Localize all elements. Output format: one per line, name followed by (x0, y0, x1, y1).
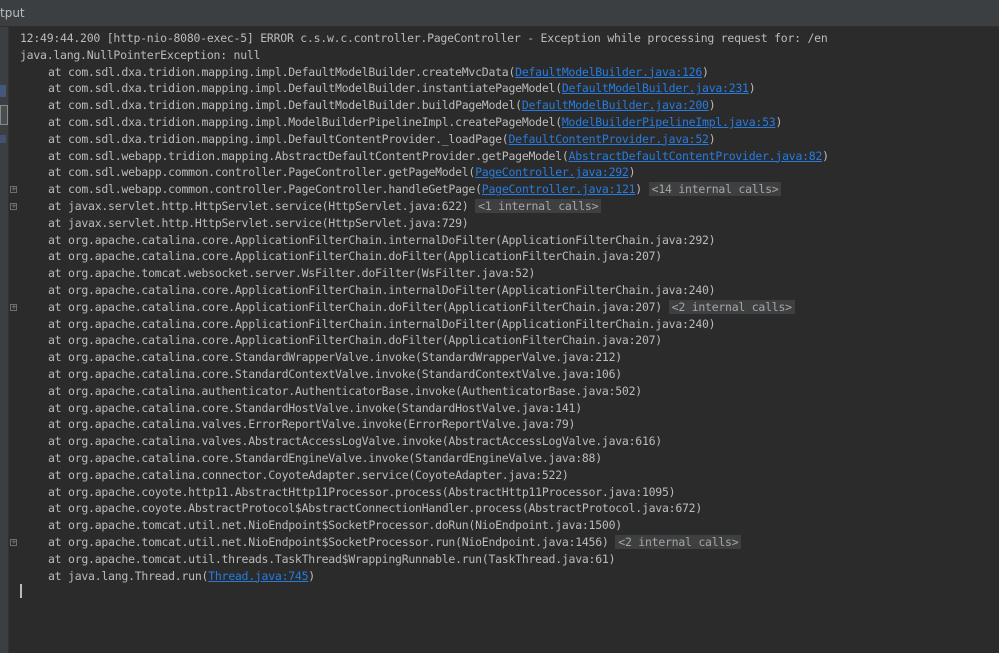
frame-text: at org.apache.tomcat.websocket.server.Ws… (48, 266, 536, 281)
internal-calls-badge[interactable]: <1 internal calls> (475, 198, 602, 213)
frame-text: at org.apache.coyote.AbstractProtocol$Ab… (48, 501, 703, 516)
source-link[interactable]: AbstractDefaultContentProvider.java:82 (569, 149, 823, 163)
tool-window-title: tput (0, 6, 25, 20)
frame-text: at org.apache.catalina.core.ApplicationF… (48, 249, 662, 264)
tool-window-header: tput (0, 0, 999, 27)
frame-text: at org.apache.tomcat.util.net.NioEndpoin… (48, 534, 609, 549)
source-link[interactable]: Thread.java:745 (208, 569, 308, 583)
frame-text: at com.sdl.webapp.common.controller.Page… (48, 165, 476, 180)
stack-frame-line: at com.sdl.dxa.tridion.mapping.impl.Defa… (20, 64, 999, 81)
plus-box-icon[interactable]: + (10, 539, 17, 546)
stack-frame-line: at org.apache.catalina.connector.CoyoteA… (20, 467, 999, 484)
frame-text: at com.sdl.webapp.common.controller.Page… (48, 182, 482, 197)
frame-suffix: ) (635, 182, 642, 197)
gutter-marker (0, 85, 6, 97)
frame-text: at com.sdl.dxa.tridion.mapping.impl.Defa… (48, 81, 562, 96)
stack-frame-line: at org.apache.tomcat.util.net.NioEndpoin… (20, 517, 999, 534)
frame-text: at com.sdl.dxa.tridion.mapping.impl.Defa… (48, 131, 509, 146)
frame-text: at org.apache.catalina.core.ApplicationF… (48, 299, 662, 314)
frame-text: at org.apache.catalina.core.ApplicationF… (48, 333, 662, 348)
frame-suffix: ) (775, 114, 783, 129)
stack-frame-line: at org.apache.catalina.core.StandardHost… (20, 400, 999, 417)
stack-frame-line: at org.apache.tomcat.util.threads.TaskTh… (20, 551, 999, 568)
plus-box-icon[interactable]: + (10, 203, 17, 210)
frame-text: at com.sdl.dxa.tridion.mapping.impl.Mode… (48, 114, 562, 129)
source-link[interactable]: DefaultModelBuilder.java:231 (562, 81, 749, 95)
frame-suffix: ) (308, 568, 315, 583)
stack-frame-line: at org.apache.tomcat.websocket.server.Ws… (20, 265, 999, 282)
source-link[interactable]: DefaultContentProvider.java:52 (508, 132, 708, 146)
frame-text: at org.apache.catalina.core.ApplicationF… (48, 316, 716, 331)
stack-frame-line: at org.apache.catalina.authenticator.Aut… (20, 383, 999, 400)
stack-frame-line: at com.sdl.webapp.common.controller.Page… (20, 181, 999, 198)
frame-text: at org.apache.catalina.connector.CoyoteA… (48, 467, 569, 482)
source-link[interactable]: ModelBuilderPipelineImpl.java:53 (562, 115, 776, 129)
stack-frame-line: at com.sdl.dxa.tridion.mapping.impl.Defa… (20, 131, 999, 148)
stack-frame-line: at java.lang.Thread.run(Thread.java:745) (20, 568, 999, 585)
frame-text: at org.apache.catalina.core.StandardWrap… (48, 350, 622, 365)
source-link[interactable]: PageController.java:292 (475, 165, 629, 179)
frame-text: at org.apache.catalina.authenticator.Aut… (48, 383, 642, 398)
frame-text: at javax.servlet.http.HttpServlet.servic… (48, 198, 469, 213)
frame-suffix: ) (708, 98, 716, 113)
internal-calls-badge[interactable]: <14 internal calls> (648, 182, 782, 197)
plus-box-icon[interactable]: + (10, 186, 17, 194)
source-link[interactable]: DefaultModelBuilder.java:126 (515, 65, 702, 79)
stack-frame-line: at org.apache.catalina.core.StandardCont… (20, 366, 999, 383)
console-exception-line: java.lang.NullPointerException: null (20, 47, 261, 62)
frame-text: at java.lang.Thread.run( (48, 568, 209, 583)
stack-frame-line: at javax.servlet.http.HttpServlet.servic… (20, 198, 999, 215)
frame-text: at org.apache.catalina.valves.ErrorRepor… (48, 417, 576, 432)
frame-text: at org.apache.coyote.http11.AbstractHttp… (48, 484, 676, 499)
frame-suffix: ) (748, 81, 756, 96)
internal-calls-badge[interactable]: <2 internal calls> (668, 299, 795, 314)
gutter-marker (0, 135, 6, 143)
stack-frame-line: at org.apache.catalina.core.StandardWrap… (20, 349, 999, 366)
frame-suffix: ) (708, 131, 716, 146)
internal-calls-badge[interactable]: <2 internal calls> (615, 534, 742, 549)
source-link[interactable]: DefaultModelBuilder.java:200 (522, 98, 709, 112)
frame-text: at org.apache.catalina.core.StandardHost… (48, 400, 582, 415)
frame-text: at com.sdl.dxa.tridion.mapping.impl.Defa… (48, 64, 516, 79)
frame-text: at org.apache.catalina.core.ApplicationF… (48, 282, 716, 297)
stack-frame-line: at javax.servlet.http.HttpServlet.servic… (20, 215, 999, 232)
stack-frame-line: at org.apache.coyote.AbstractProtocol$Ab… (20, 500, 999, 517)
stack-frame-line: at org.apache.tomcat.util.net.NioEndpoin… (20, 534, 999, 551)
frame-text: at org.apache.tomcat.util.threads.TaskTh… (48, 551, 616, 566)
console-header-line: 12:49:44.200 [http-nio-8080-exec-5] ERRO… (20, 31, 828, 45)
stack-frame-line: at org.apache.coyote.http11.AbstractHttp… (20, 484, 999, 501)
gutter-toggle-button[interactable] (0, 105, 8, 125)
stack-frame-line: at org.apache.catalina.core.ApplicationF… (20, 299, 999, 316)
frame-text: at javax.servlet.http.HttpServlet.servic… (48, 215, 469, 230)
frame-text: at org.apache.tomcat.util.net.NioEndpoin… (48, 518, 622, 533)
frame-text: at com.sdl.dxa.tridion.mapping.impl.Defa… (48, 98, 522, 113)
text-cursor (20, 584, 22, 598)
left-gutter (0, 27, 9, 653)
stack-frame-line: at com.sdl.dxa.tridion.mapping.impl.Defa… (20, 80, 999, 97)
frame-text: at com.sdl.webapp.tridion.mapping.Abstra… (48, 148, 569, 163)
frame-text: at org.apache.catalina.core.StandardCont… (48, 366, 622, 381)
stack-frame-line: at org.apache.catalina.core.StandardEngi… (20, 450, 999, 467)
frame-suffix: ) (702, 64, 709, 79)
source-link[interactable]: PageController.java:121 (482, 182, 636, 196)
frame-text: at org.apache.catalina.core.StandardEngi… (48, 450, 602, 465)
stack-frame-line: at org.apache.catalina.core.ApplicationF… (20, 332, 999, 349)
plus-box-icon[interactable]: + (10, 303, 17, 311)
stack-frame-line: at com.sdl.dxa.tridion.mapping.impl.Mode… (20, 114, 999, 131)
console-output[interactable]: 12:49:44.200 [http-nio-8080-exec-5] ERRO… (20, 30, 999, 653)
stack-frame-line: at com.sdl.webapp.common.controller.Page… (20, 164, 999, 181)
stack-frame-line: at org.apache.catalina.core.ApplicationF… (20, 248, 999, 265)
stack-frame-line: at com.sdl.dxa.tridion.mapping.impl.Defa… (20, 97, 999, 114)
stack-frame-line: at org.apache.catalina.core.ApplicationF… (20, 316, 999, 333)
stack-frame-line: at org.apache.catalina.core.ApplicationF… (20, 282, 999, 299)
stack-frame-line: at com.sdl.webapp.tridion.mapping.Abstra… (20, 148, 999, 165)
frame-text: at org.apache.catalina.valves.AbstractAc… (48, 434, 662, 449)
frame-text: at org.apache.catalina.core.ApplicationF… (48, 232, 716, 247)
stack-frame-line: at org.apache.catalina.valves.ErrorRepor… (20, 416, 999, 433)
stack-frame-line: at org.apache.catalina.valves.AbstractAc… (20, 433, 999, 450)
frame-suffix: ) (628, 165, 636, 180)
stack-frame-line: at org.apache.catalina.core.ApplicationF… (20, 232, 999, 249)
frame-suffix: ) (822, 148, 829, 163)
